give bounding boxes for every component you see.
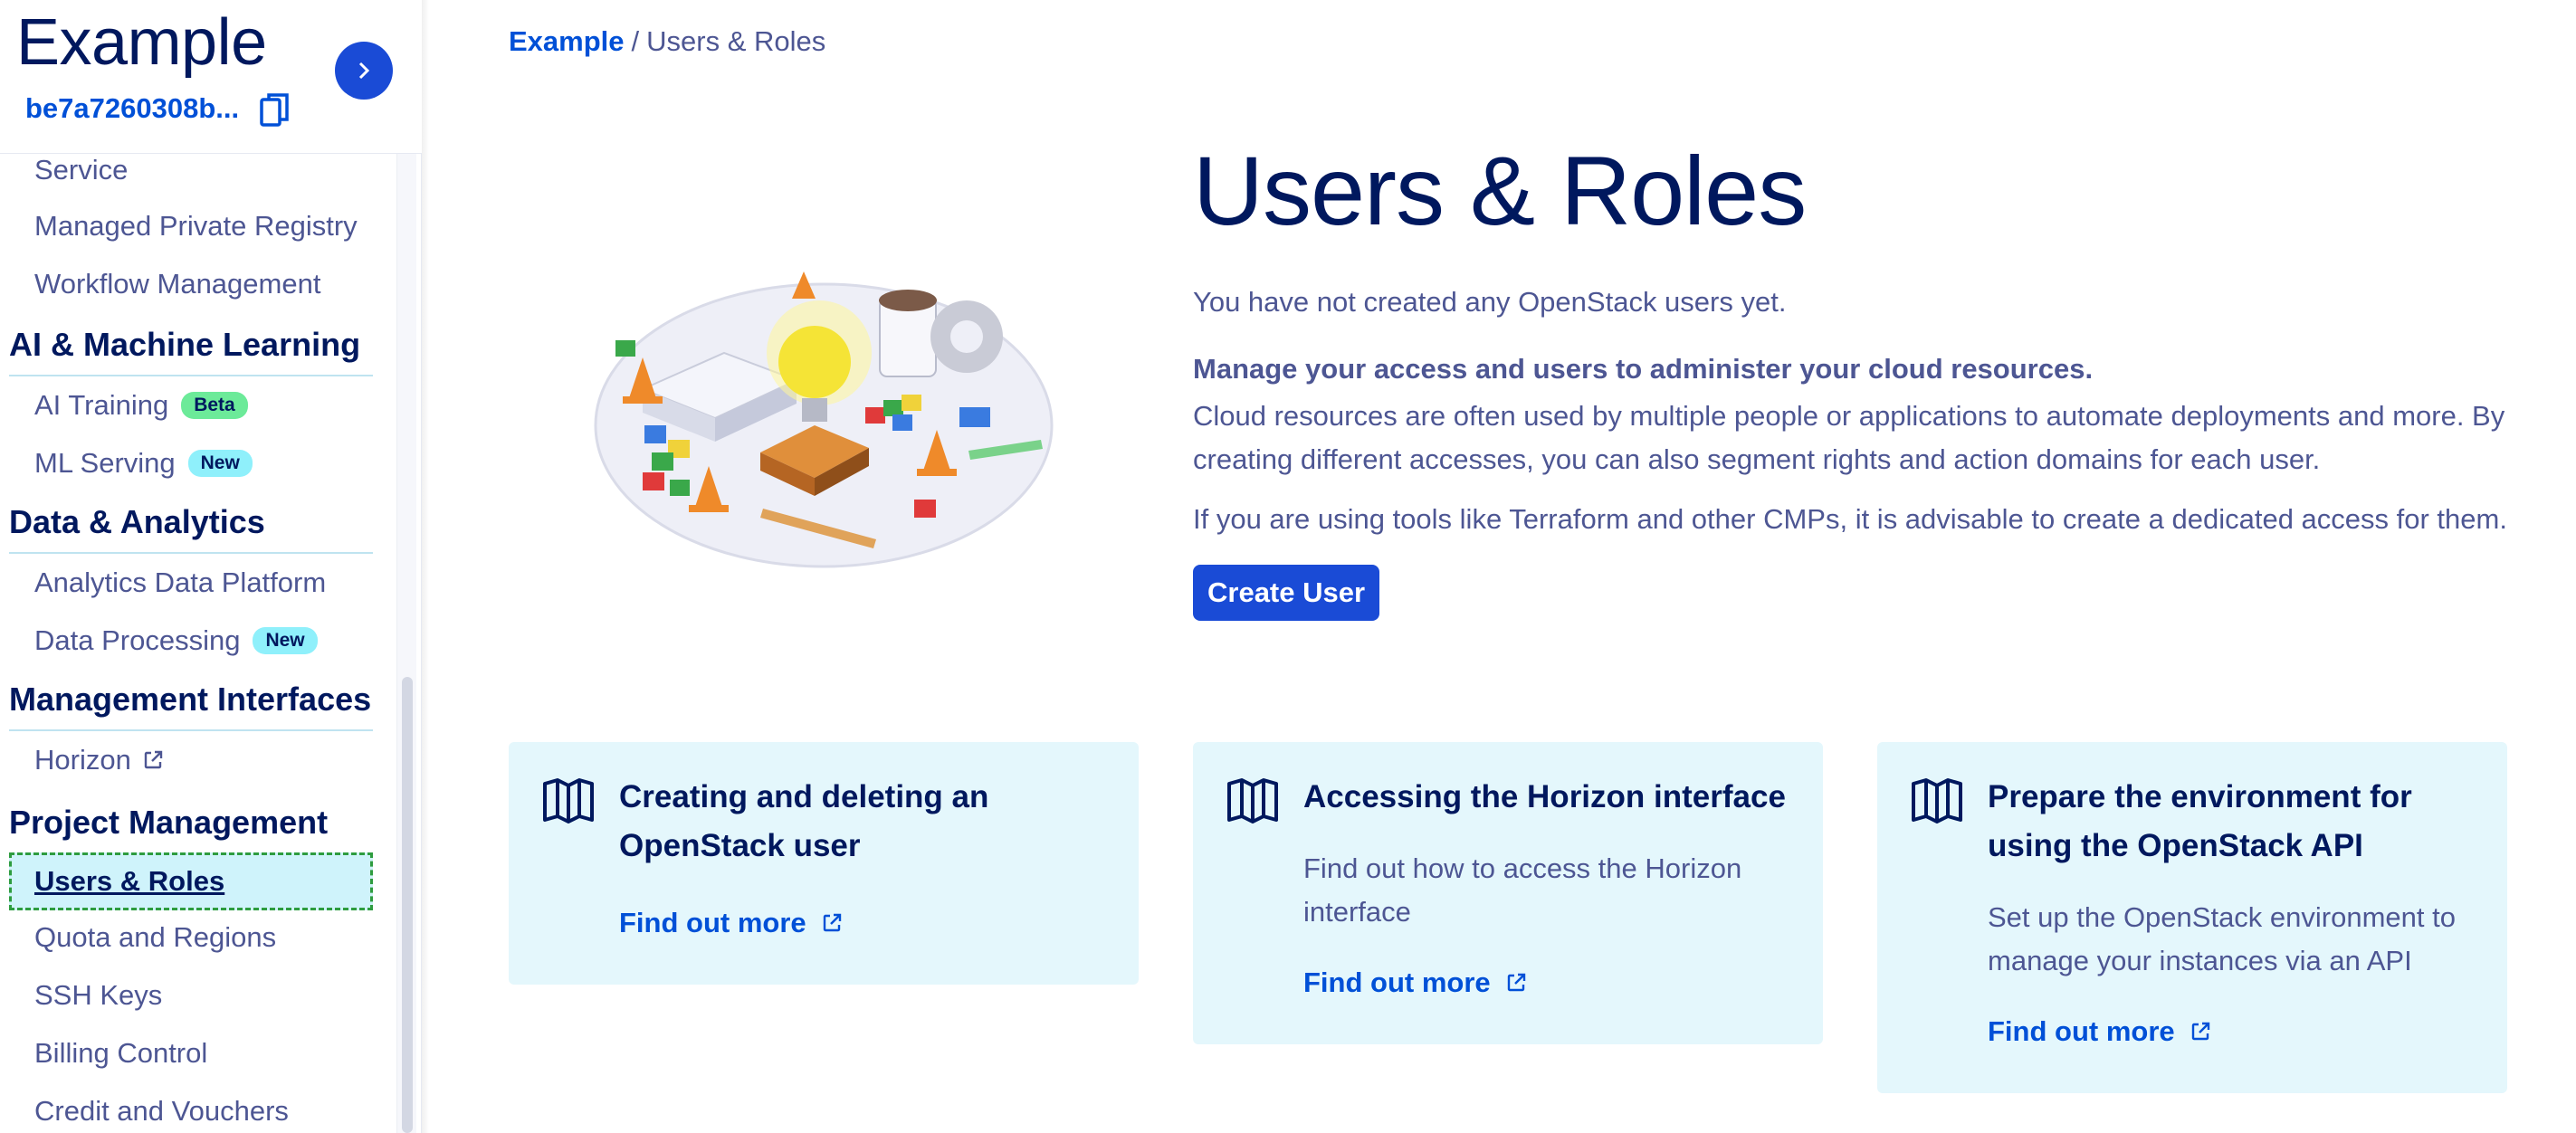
section-divider	[9, 375, 373, 376]
guide-card: Accessing the Horizon interface Find out…	[1193, 742, 1823, 1044]
card-title: Prepare the environment for using the Op…	[1988, 779, 2412, 863]
section-divider	[9, 552, 373, 554]
guide-card: Creating and deleting an OpenStack user …	[509, 742, 1139, 985]
section-project-management: Project Management	[9, 804, 329, 841]
book-icon	[1912, 778, 1962, 824]
card-text: Find out how to access the Horizon inter…	[1303, 852, 1742, 928]
guide-card: Prepare the environment for using the Op…	[1877, 742, 2507, 1093]
create-user-button[interactable]: Create User	[1193, 565, 1380, 621]
sidebar-nav: Service Managed Private Registry Workflo…	[0, 154, 396, 1133]
sidebar-item-label: Horizon	[34, 744, 131, 776]
breadcrumb-separator: /	[631, 25, 640, 57]
sidebar-item-billing-control[interactable]: Billing Control	[34, 1037, 207, 1070]
description-text: Cloud resources are often used by multip…	[1193, 400, 2505, 475]
sidebar-item-users-roles[interactable]: Users & Roles	[34, 865, 224, 898]
page-title: Users & Roles	[1193, 136, 1807, 245]
intro-text: You have not created any OpenStack users…	[1193, 286, 1787, 318]
book-icon	[1227, 778, 1278, 824]
section-data-analytics: Data & Analytics	[9, 503, 265, 540]
external-link-icon	[144, 750, 163, 769]
sidebar-item-credit-vouchers[interactable]: Credit and Vouchers	[34, 1095, 289, 1128]
breadcrumb: Example / Users & Roles	[509, 25, 825, 58]
description-heading: Manage your access and users to administ…	[1193, 353, 2094, 385]
section-ai-machine-learning: AI & Machine Learning	[9, 326, 361, 363]
users-roles-illustration	[594, 271, 1054, 568]
breadcrumb-current: Users & Roles	[646, 25, 826, 57]
link-label: Find out more	[1988, 1015, 2175, 1047]
sidebar-item-label: AI Training	[34, 389, 169, 421]
link-label: Find out more	[619, 907, 806, 938]
sidebar-scrollbar-thumb[interactable]	[402, 677, 413, 1133]
find-out-more-link[interactable]: Find out more	[619, 907, 843, 939]
sidebar-shadow	[422, 0, 429, 1133]
sidebar-item-horizon[interactable]: Horizon	[34, 744, 164, 776]
sidebar-item-label: ML Serving	[34, 447, 176, 479]
breadcrumb-root-link[interactable]: Example	[509, 25, 625, 57]
book-icon	[543, 778, 594, 824]
chevron-right-icon	[358, 62, 370, 80]
new-badge: New	[187, 450, 253, 477]
section-management-interfaces: Management Interfaces	[9, 681, 372, 718]
external-link-icon	[823, 913, 841, 932]
sidebar-item-service[interactable]: Service	[34, 154, 128, 186]
expand-sidebar-button[interactable]	[335, 42, 393, 100]
card-title: Creating and deleting an OpenStack user	[619, 779, 989, 863]
terraform-advice-text: If you are using tools like Terraform an…	[1193, 503, 2507, 535]
card-text: Set up the OpenStack environment to mana…	[1988, 901, 2456, 976]
section-divider	[9, 729, 373, 731]
beta-badge: Beta	[181, 392, 248, 419]
find-out-more-link[interactable]: Find out more	[1988, 1015, 2211, 1048]
sidebar-item-ai-training[interactable]: AI Training Beta	[34, 389, 248, 422]
sidebar-item-quota-regions[interactable]: Quota and Regions	[34, 921, 276, 954]
find-out-more-link[interactable]: Find out more	[1303, 966, 1527, 999]
sidebar-item-data-processing[interactable]: Data Processing New	[34, 624, 318, 657]
copy-icon[interactable]	[259, 92, 291, 129]
external-link-icon	[1507, 973, 1525, 992]
sidebar-item-label: Data Processing	[34, 624, 241, 656]
new-badge: New	[253, 627, 318, 654]
sidebar: Service Managed Private Registry Workflo…	[0, 0, 422, 1133]
sidebar-header: Example be7a7260308b...	[0, 0, 422, 154]
project-name: Example	[16, 6, 267, 79]
sidebar-item-ssh-keys[interactable]: SSH Keys	[34, 979, 162, 1012]
external-link-icon	[2191, 1022, 2209, 1041]
sidebar-item-ml-serving[interactable]: ML Serving New	[34, 447, 253, 480]
sidebar-item-managed-private-registry[interactable]: Managed Private Registry	[34, 210, 358, 243]
sidebar-item-analytics-data-platform[interactable]: Analytics Data Platform	[34, 566, 326, 599]
project-id: be7a7260308b...	[25, 92, 240, 124]
link-label: Find out more	[1303, 966, 1491, 998]
sidebar-item-workflow-management[interactable]: Workflow Management	[34, 268, 320, 300]
card-title: Accessing the Horizon interface	[1303, 779, 1786, 814]
